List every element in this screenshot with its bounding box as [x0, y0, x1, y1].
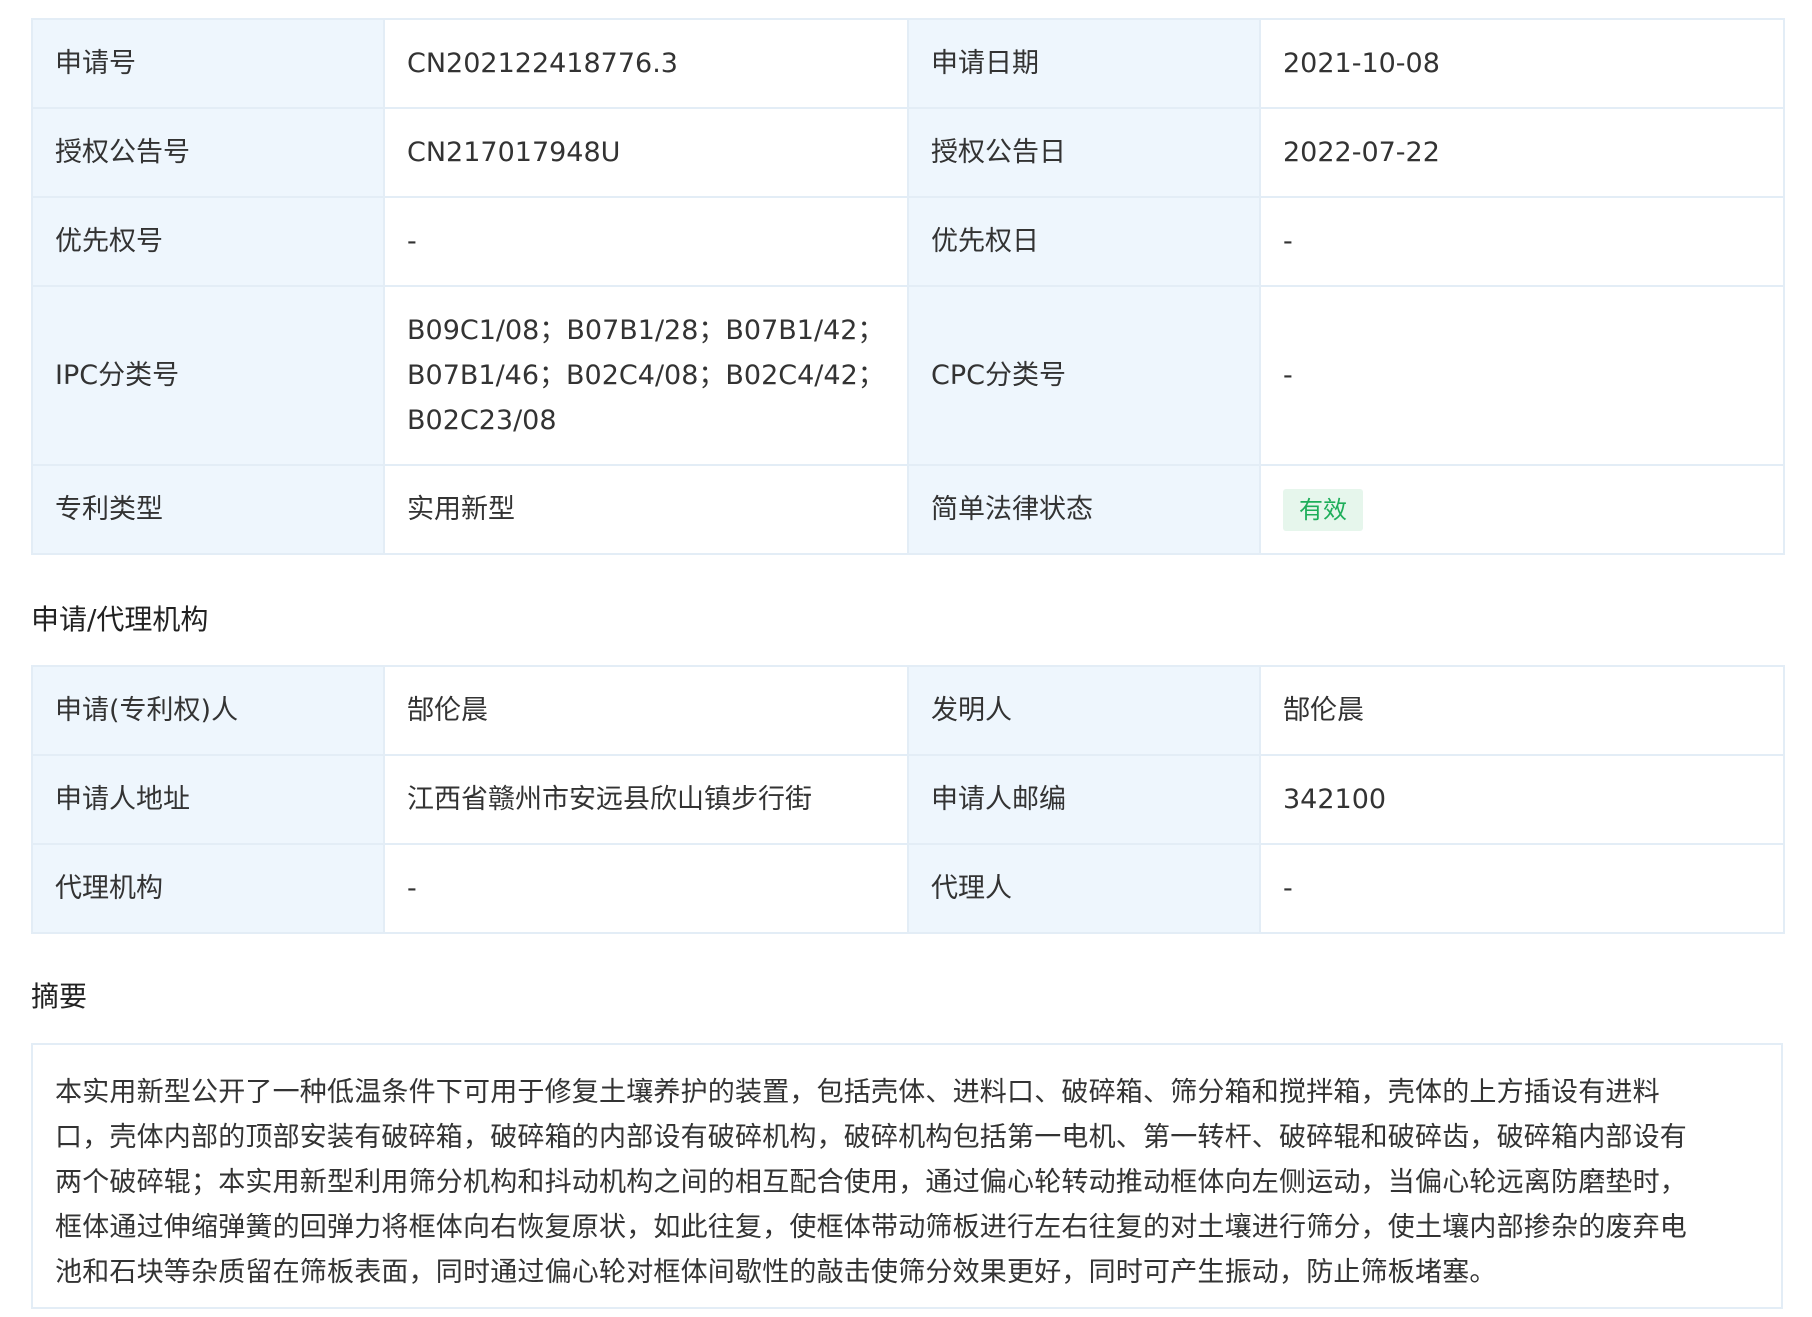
basic-info-table: 申请号 CN202122418776.3 申请日期 2021-10-08 授权公… — [31, 18, 1785, 555]
cpc-value: - — [1259, 285, 1785, 466]
inventor-label: 发明人 — [907, 665, 1261, 756]
legal-status-label: 简单法律状态 — [907, 464, 1261, 555]
ipc-line: B09C1/08；B07B1/28；B07B1/42； — [407, 315, 885, 346]
legal-status-cell: 有效 — [1259, 464, 1785, 555]
patent-type-value: 实用新型 — [383, 464, 909, 555]
table-row: 优先权号 - 优先权日 - — [31, 196, 1785, 287]
ipc-value: B09C1/08；B07B1/28；B07B1/42； B07B1/46；B02… — [383, 285, 909, 466]
application-number-label: 申请号 — [31, 18, 385, 109]
application-date-value: 2021-10-08 — [1259, 18, 1785, 109]
inventor-value: 郜伦晨 — [1259, 665, 1785, 756]
applicant-address-value: 江西省赣州市安远县欣山镇步行街 — [383, 754, 909, 845]
ipc-label: IPC分类号 — [31, 285, 385, 466]
status-badge: 有效 — [1283, 489, 1363, 531]
abstract-line: 池和石块等杂质留在筛板表面，同时通过偏心轮对框体间歇性的敲击使筛分效果更好，同时… — [55, 1257, 1497, 1288]
table-row: 申请人地址 江西省赣州市安远县欣山镇步行街 申请人邮编 342100 — [31, 754, 1785, 845]
priority-number-label: 优先权号 — [31, 196, 385, 287]
grant-date-label: 授权公告日 — [907, 107, 1261, 198]
grant-number-label: 授权公告号 — [31, 107, 385, 198]
abstract-section-title: 摘要 — [31, 980, 88, 1013]
agent-label: 代理人 — [907, 843, 1261, 934]
agency-value: - — [383, 843, 909, 934]
agent-value: - — [1259, 843, 1785, 934]
table-row: 申请号 CN202122418776.3 申请日期 2021-10-08 — [31, 18, 1785, 109]
abstract-box: 本实用新型公开了一种低温条件下可用于修复土壤养护的装置，包括壳体、进料口、破碎箱… — [31, 1043, 1783, 1309]
applicant-address-label: 申请人地址 — [31, 754, 385, 845]
table-row: 授权公告号 CN217017948U 授权公告日 2022-07-22 — [31, 107, 1785, 198]
priority-date-label: 优先权日 — [907, 196, 1261, 287]
abstract-line: 口，壳体内部的顶部安装有破碎箱，破碎箱的内部设有破碎机构，破碎机构包括第一电机、… — [55, 1122, 1687, 1153]
priority-date-value: - — [1259, 196, 1785, 287]
applicant-value: 郜伦晨 — [383, 665, 909, 756]
applicant-zip-value: 342100 — [1259, 754, 1785, 845]
abstract-line: 两个破碎辊；本实用新型利用筛分机构和抖动机构之间的相互配合使用，通过偏心轮转动推… — [55, 1167, 1687, 1198]
patent-type-label: 专利类型 — [31, 464, 385, 555]
table-row: 代理机构 - 代理人 - — [31, 843, 1785, 934]
grant-number-value: CN217017948U — [383, 107, 909, 198]
ipc-line: B07B1/46；B02C4/08；B02C4/42； — [407, 360, 885, 391]
priority-number-value: - — [383, 196, 909, 287]
cpc-label: CPC分类号 — [907, 285, 1261, 466]
agency-section-title: 申请/代理机构 — [31, 603, 209, 636]
abstract-line: 框体通过伸缩弹簧的回弹力将框体向右恢复原状，如此往复，使框体带动筛板进行左右往复… — [55, 1212, 1687, 1243]
applicant-zip-label: 申请人邮编 — [907, 754, 1261, 845]
ipc-line: B02C23/08 — [407, 405, 557, 436]
application-date-label: 申请日期 — [907, 18, 1261, 109]
application-number-value: CN202122418776.3 — [383, 18, 909, 109]
table-row: 申请(专利权)人 郜伦晨 发明人 郜伦晨 — [31, 665, 1785, 756]
patent-detail-page: 申请号 CN202122418776.3 申请日期 2021-10-08 授权公… — [0, 0, 1812, 1317]
table-row: 专利类型 实用新型 简单法律状态 有效 — [31, 464, 1785, 555]
agency-label: 代理机构 — [31, 843, 385, 934]
table-row: IPC分类号 B09C1/08；B07B1/28；B07B1/42； B07B1… — [31, 285, 1785, 466]
abstract-line: 本实用新型公开了一种低温条件下可用于修复土壤养护的装置，包括壳体、进料口、破碎箱… — [55, 1077, 1660, 1108]
agency-table: 申请(专利权)人 郜伦晨 发明人 郜伦晨 申请人地址 江西省赣州市安远县欣山镇步… — [31, 665, 1785, 934]
applicant-label: 申请(专利权)人 — [31, 665, 385, 756]
grant-date-value: 2022-07-22 — [1259, 107, 1785, 198]
